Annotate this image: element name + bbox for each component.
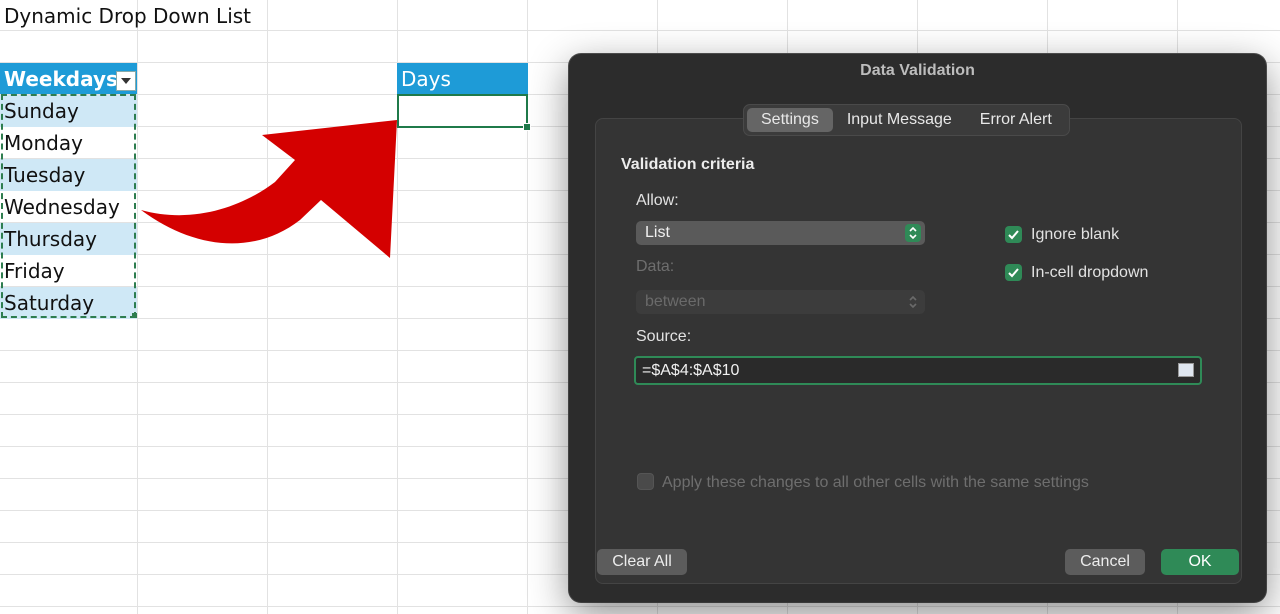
apply-all-label: Apply these changes to all other cells w… <box>662 474 1089 491</box>
days-header-cell[interactable]: Days <box>397 63 528 94</box>
chevron-updown-icon <box>905 224 921 242</box>
tab-input-message[interactable]: Input Message <box>833 108 966 132</box>
allow-select-value: List <box>645 224 670 241</box>
checkmark-icon <box>1008 230 1019 240</box>
weekdays-header-label: Weekdays <box>4 67 118 91</box>
ignore-blank-label: Ignore blank <box>1031 226 1120 243</box>
ok-button[interactable]: OK <box>1161 549 1239 575</box>
weekday-cell[interactable]: Tuesday <box>0 159 137 191</box>
range-selector-icon[interactable] <box>1178 363 1194 377</box>
in-cell-dropdown-label: In-cell dropdown <box>1031 264 1149 281</box>
tab-error-alert[interactable]: Error Alert <box>966 108 1066 132</box>
in-cell-dropdown-checkbox[interactable] <box>1005 264 1022 281</box>
data-select-value: between <box>645 293 706 310</box>
data-label: Data: <box>636 258 675 275</box>
selection-fill-handle[interactable] <box>132 313 137 318</box>
clear-all-button[interactable]: Clear All <box>597 549 687 575</box>
dialog-title: Data Validation <box>860 62 975 79</box>
checkmark-icon <box>1008 268 1019 278</box>
filter-dropdown-icon[interactable] <box>116 71 136 91</box>
active-cell-fill-handle[interactable] <box>523 123 531 131</box>
data-select: between <box>636 290 925 314</box>
tab-bar: Settings Input Message Error Alert <box>743 104 1070 136</box>
ignore-blank-checkbox[interactable] <box>1005 226 1022 243</box>
weekday-cell[interactable]: Thursday <box>0 223 137 255</box>
validation-criteria-heading: Validation criteria <box>621 156 755 173</box>
weekday-cell[interactable]: Monday <box>0 127 137 159</box>
apply-all-checkbox[interactable] <box>637 473 654 490</box>
data-validation-dialog: Data Validation Settings Input Message E… <box>569 54 1266 602</box>
settings-panel <box>595 118 1242 584</box>
weekday-cell[interactable]: Friday <box>0 255 137 287</box>
days-header-label: Days <box>401 67 451 91</box>
tab-settings[interactable]: Settings <box>747 108 833 132</box>
weekday-cell[interactable]: Saturday <box>0 287 137 319</box>
source-input[interactable]: =$A$4:$A$10 <box>634 356 1202 385</box>
source-label: Source: <box>636 328 692 345</box>
allow-label: Allow: <box>636 192 679 209</box>
weekday-cell[interactable]: Sunday <box>0 95 137 127</box>
chevron-updown-icon <box>905 293 921 311</box>
sheet-title: Dynamic Drop Down List <box>4 4 252 28</box>
cancel-button[interactable]: Cancel <box>1065 549 1145 575</box>
source-input-value: =$A$4:$A$10 <box>642 362 740 379</box>
weekday-cell[interactable]: Wednesday <box>0 191 137 223</box>
red-arrow-icon <box>141 120 397 258</box>
allow-select[interactable]: List <box>636 221 925 245</box>
